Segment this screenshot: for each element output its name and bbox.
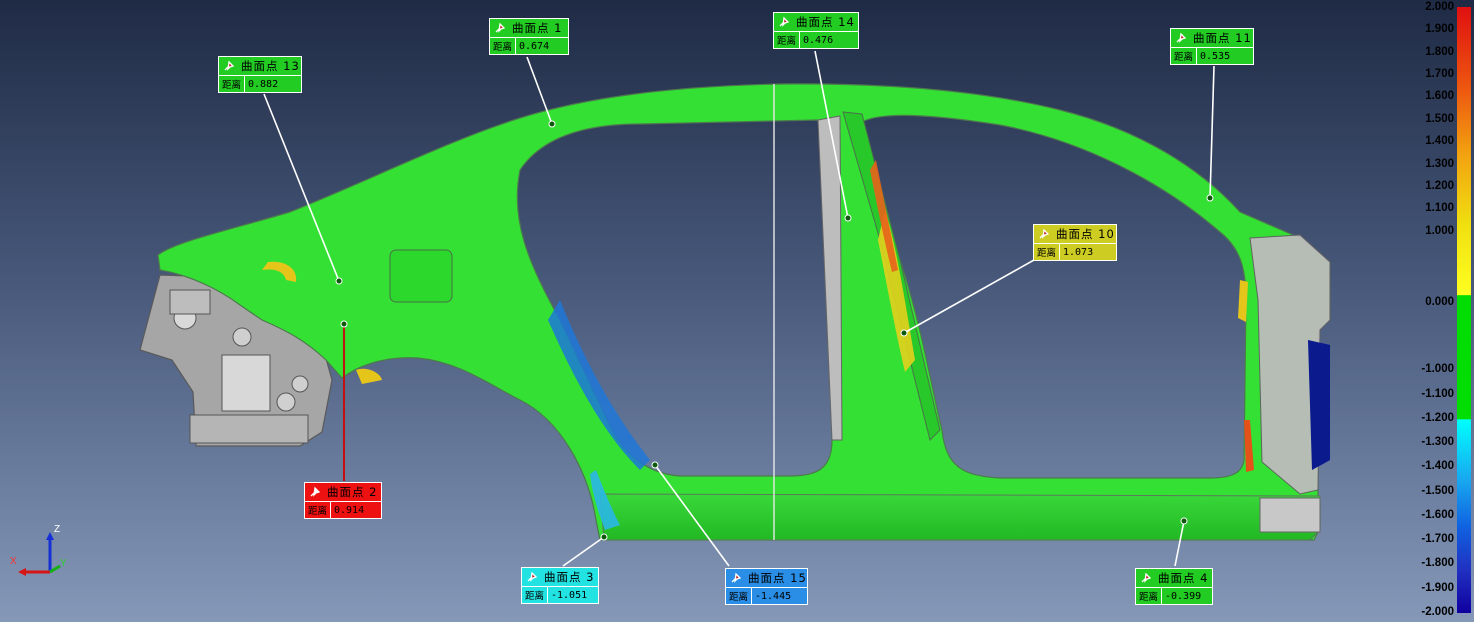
callout-title: 曲面点 3 xyxy=(544,570,595,584)
scale-tick-label: 1.700 xyxy=(1425,68,1454,81)
callout-surface-point-4[interactable]: 曲面点 4 距离 -0.399 xyxy=(1135,568,1213,605)
callout-surface-point-15[interactable]: 曲面点 15 距离 -1.445 xyxy=(725,568,808,605)
callout-title: 曲面点 1 xyxy=(512,21,563,35)
callout-distance-label: 距离 xyxy=(1136,588,1162,604)
scale-tick-label: -1.100 xyxy=(1421,387,1454,400)
3d-viewport[interactable]: 曲面点 13 距离 0.882 曲面点 1 距离 0.674 曲面点 14 距离 0.… xyxy=(0,0,1474,622)
callout-title: 曲面点 10 xyxy=(1056,227,1115,241)
rocker-sill xyxy=(599,493,1321,541)
axis-z-label: Z xyxy=(54,524,61,535)
b-pillar-edge xyxy=(817,115,843,441)
callout-distance-value: 1.073 xyxy=(1063,246,1094,258)
pin-icon xyxy=(1176,32,1187,43)
callout-surface-point-11[interactable]: 曲面点 11 距离 0.535 xyxy=(1170,28,1254,65)
scale-tick-label: -1.600 xyxy=(1421,508,1454,521)
callout-distance-label: 距离 xyxy=(522,587,548,603)
warm-patch-arch xyxy=(356,368,382,384)
scale-tick-label: -1.400 xyxy=(1421,460,1454,473)
pin-icon xyxy=(1039,228,1050,239)
scale-tick-label: -1.900 xyxy=(1421,581,1454,594)
callout-title: 曲面点 14 xyxy=(796,15,855,29)
scale-tick-label: 1.000 xyxy=(1425,224,1454,237)
scale-tick-label: -2.000 xyxy=(1421,605,1454,618)
callout-distance-label: 距离 xyxy=(490,38,516,54)
sill-end-gray xyxy=(1259,497,1321,533)
pin-icon xyxy=(1141,572,1152,583)
body-side-surface xyxy=(157,83,1331,541)
callout-distance-value: 0.535 xyxy=(1200,50,1231,62)
scale-tick-label: 1.200 xyxy=(1425,179,1454,192)
callout-title: 曲面点 2 xyxy=(327,485,378,499)
pin-icon xyxy=(779,16,790,27)
scale-tick-label: 1.800 xyxy=(1425,45,1454,58)
callout-distance-value: 0.882 xyxy=(248,78,279,90)
callout-title: 曲面点 11 xyxy=(1193,31,1252,45)
callout-distance-label: 距离 xyxy=(219,76,245,92)
callout-surface-point-13[interactable]: 曲面点 13 距离 0.882 xyxy=(218,56,302,93)
callout-surface-point-10[interactable]: 曲面点 10 距离 1.073 xyxy=(1033,224,1117,261)
scale-tick-label: -1.500 xyxy=(1421,484,1454,497)
callout-surface-point-14[interactable]: 曲面点 14 距离 0.476 xyxy=(773,12,859,49)
callout-distance-label: 距离 xyxy=(726,588,752,604)
callout-distance-label: 距离 xyxy=(305,502,331,518)
fuel-door-outline xyxy=(389,249,453,303)
axis-y-label: Y xyxy=(60,558,67,569)
scale-tick-label: 0.000 xyxy=(1425,296,1454,309)
callout-distance-label: 距离 xyxy=(1034,244,1060,260)
scale-tick-label: -1.800 xyxy=(1421,557,1454,570)
color-scale-bar xyxy=(1457,7,1471,613)
scale-tick-label: 2.000 xyxy=(1425,1,1454,13)
scale-tick-label: 1.100 xyxy=(1425,202,1454,215)
callout-distance-value: 0.674 xyxy=(519,40,550,52)
scale-tick-label: -1.200 xyxy=(1421,411,1454,424)
scale-tick-label: -1.000 xyxy=(1421,363,1454,376)
callout-distance-value: 0.914 xyxy=(334,504,365,516)
pin-icon xyxy=(224,60,235,71)
scale-tick-label: 1.900 xyxy=(1425,23,1454,36)
callout-distance-label: 距离 xyxy=(1171,48,1197,64)
color-scale-legend: 2.000 1.900 1.800 1.700 1.600 1.500 1.400 1.300… xyxy=(1418,0,1474,622)
callout-surface-point-2[interactable]: 曲面点 2 距离 0.914 xyxy=(304,482,382,519)
pin-icon xyxy=(731,572,742,583)
axis-x-label: X xyxy=(10,556,17,567)
callout-distance-value: -0.399 xyxy=(1165,590,1202,602)
scale-tick-label: -1.300 xyxy=(1421,436,1454,449)
scale-tick-label: 1.500 xyxy=(1425,112,1454,125)
callout-distance-value: -1.445 xyxy=(755,590,792,602)
scale-tick-label: -1.700 xyxy=(1421,533,1454,546)
scale-tick-label: 1.400 xyxy=(1425,135,1454,148)
axis-triad: Z X Y xyxy=(8,524,68,584)
callout-distance-label: 距离 xyxy=(774,32,800,48)
pin-icon xyxy=(495,22,506,33)
callout-surface-point-1[interactable]: 曲面点 1 距离 0.674 xyxy=(489,18,569,55)
callout-distance-value: 0.476 xyxy=(803,34,834,46)
pin-icon xyxy=(310,486,321,497)
car-side-panel-model[interactable] xyxy=(0,0,1474,622)
callout-title: 曲面点 4 xyxy=(1158,571,1209,585)
callout-distance-value: -1.051 xyxy=(551,589,588,601)
pin-icon xyxy=(527,571,538,582)
scale-tick-label: 1.300 xyxy=(1425,157,1454,170)
scale-tick-label: 1.600 xyxy=(1425,90,1454,103)
callout-title: 曲面点 13 xyxy=(241,59,300,73)
callout-title: 曲面点 15 xyxy=(748,571,807,585)
callout-surface-point-3[interactable]: 曲面点 3 距离 -1.051 xyxy=(521,567,599,604)
